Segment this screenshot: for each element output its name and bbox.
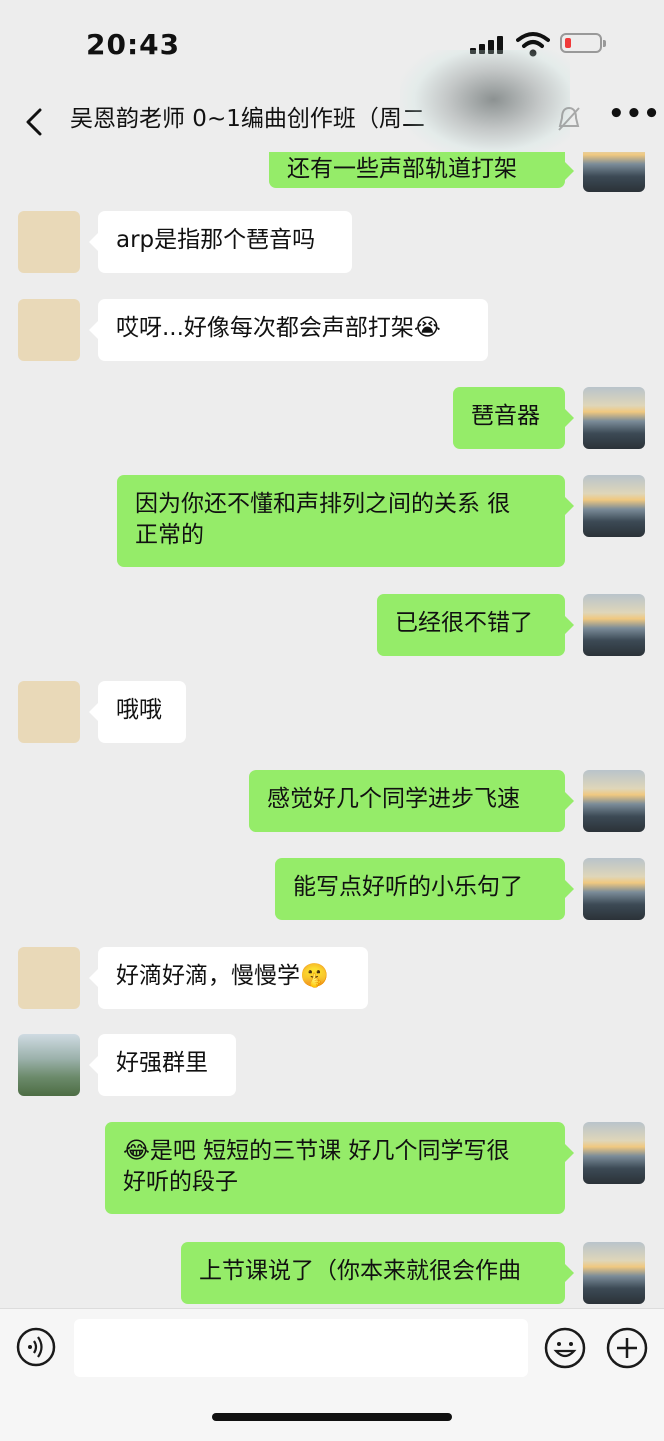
chat-message: 好滴好滴，慢慢学🤫: [0, 947, 664, 1009]
sender-avatar[interactable]: [18, 947, 80, 1009]
my-avatar[interactable]: [583, 1122, 645, 1184]
status-time: 20:43: [86, 28, 181, 61]
home-indicator: [212, 1413, 452, 1421]
my-avatar[interactable]: [583, 594, 645, 656]
message-bubble[interactable]: 上节课说了（你本来就很会作曲: [181, 1242, 574, 1304]
message-bubble[interactable]: 已经很不错了: [377, 594, 574, 656]
chat-message: 😂是吧 短短的三节课 好几个同学写很 好听的段子: [0, 1122, 664, 1214]
chat-message: 好强群里: [0, 1034, 664, 1096]
chat-message: 琶音器: [0, 387, 664, 449]
back-chevron-icon[interactable]: [20, 102, 50, 142]
message-bubble[interactable]: 还有一些声部轨道打架: [269, 152, 574, 188]
message-bubble[interactable]: 好滴好滴，慢慢学🤫: [89, 947, 368, 1009]
message-bubble[interactable]: arp是指那个琶音吗: [89, 211, 352, 273]
redaction-smudge: [400, 50, 570, 160]
message-list: 还有一些声部轨道打架 arp是指那个琶音吗哎呀...好像每次都会声部打架😭 琶音器因…: [0, 152, 664, 1308]
voice-icon[interactable]: [16, 1327, 56, 1367]
my-avatar[interactable]: [583, 152, 645, 192]
sender-avatar[interactable]: [18, 211, 80, 273]
message-bubble[interactable]: 能写点好听的小乐句了: [275, 858, 574, 920]
mute-bell-icon: [558, 106, 580, 131]
emoji-icon[interactable]: [544, 1327, 586, 1369]
chat-message: 哎呀...好像每次都会声部打架😭: [0, 299, 664, 361]
message-bubble[interactable]: 因为你还不懂和声排列之间的关系 很 正常的: [117, 475, 574, 567]
sender-avatar[interactable]: [18, 299, 80, 361]
chat-message: arp是指那个琶音吗: [0, 211, 664, 273]
message-bubble[interactable]: 哎呀...好像每次都会声部打架😭: [89, 299, 488, 361]
message-bubble[interactable]: 感觉好几个同学进步飞速: [249, 770, 574, 832]
chat-message: 已经很不错了: [0, 594, 664, 656]
chat-message: 因为你还不懂和声排列之间的关系 很 正常的: [0, 475, 664, 567]
sender-avatar[interactable]: [18, 681, 80, 743]
my-avatar[interactable]: [583, 858, 645, 920]
my-avatar[interactable]: [583, 770, 645, 832]
message-bubble[interactable]: 好强群里: [89, 1034, 236, 1096]
plus-icon[interactable]: [606, 1327, 648, 1369]
input-bar: [0, 1308, 664, 1441]
message-bubble[interactable]: 😂是吧 短短的三节课 好几个同学写很 好听的段子: [105, 1122, 574, 1214]
chat-message: 能写点好听的小乐句了: [0, 858, 664, 920]
sender-avatar[interactable]: [18, 1034, 80, 1096]
chat-message: 上节课说了（你本来就很会作曲: [0, 1242, 664, 1304]
more-icon[interactable]: •••: [608, 101, 660, 134]
my-avatar[interactable]: [583, 387, 645, 449]
message-bubble[interactable]: 哦哦: [89, 681, 186, 743]
chat-header: 吴恩韵老师 0~1编曲创作班（周二 •••: [0, 50, 664, 160]
chat-message: 还有一些声部轨道打架: [0, 152, 664, 192]
chat-message: 哦哦: [0, 681, 664, 743]
chat-message: 感觉好几个同学进步飞速: [0, 770, 664, 832]
my-avatar[interactable]: [583, 475, 645, 537]
message-input[interactable]: [74, 1319, 528, 1377]
message-bubble[interactable]: 琶音器: [453, 387, 574, 449]
my-avatar[interactable]: [583, 1242, 645, 1304]
